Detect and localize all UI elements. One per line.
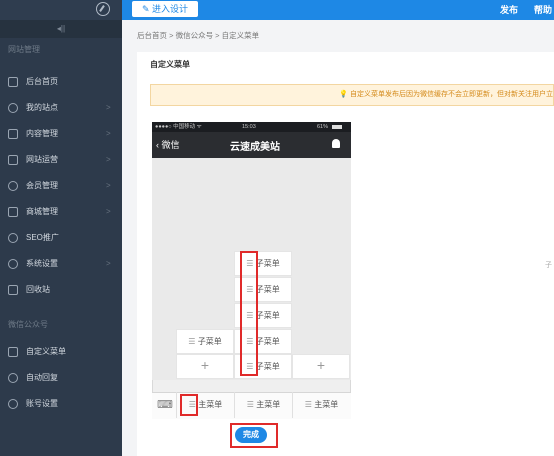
sidebar-item-settings[interactable]: 系统设置 > xyxy=(0,251,122,277)
help-link[interactable]: 帮助 xyxy=(534,0,552,20)
account-icon xyxy=(8,399,18,409)
chevron-right-icon: > xyxy=(106,103,111,112)
breadcrumb-wechat[interactable]: 微信公众号 xyxy=(176,31,214,40)
profile-icon[interactable] xyxy=(332,139,340,148)
phone-status-bar: ●●●●○ 中国移动 ᯤ 15:03 61% xyxy=(152,122,351,132)
sidebar-item-seo[interactable]: SEO推广 xyxy=(0,225,122,251)
sidebar-item-auto-reply[interactable]: 自动回复 xyxy=(0,365,122,391)
publish-link[interactable]: 发布 xyxy=(500,0,518,20)
keyboard-icon[interactable]: ⌨ xyxy=(155,394,175,416)
main-menu-item-3[interactable]: ☰ 主菜单 xyxy=(292,392,350,418)
site-title: 云速成美站 xyxy=(230,142,280,153)
breadcrumb-current: 自定义菜单 xyxy=(221,31,260,40)
submenu-item[interactable]: ☰ 子菜单 xyxy=(176,329,234,354)
gear-icon xyxy=(8,259,18,269)
search-icon xyxy=(8,233,18,243)
lightbulb-icon: 💡 xyxy=(339,91,350,98)
drag-handle-highlight[interactable] xyxy=(180,394,198,416)
chevron-right-icon: > xyxy=(106,207,111,216)
sidebar-item-home[interactable]: 后台首页 xyxy=(0,69,122,95)
monitor-icon xyxy=(8,155,18,165)
compass-logo-icon[interactable] xyxy=(96,2,110,16)
users-icon xyxy=(8,181,18,191)
sidebar-collapse-toggle[interactable]: ◂|| xyxy=(0,20,122,38)
phone-nav-bar: ‹ 微信 云速成美站 xyxy=(152,132,351,158)
main-menu-item-2[interactable]: ☰ 主菜单 xyxy=(234,392,292,418)
side-submenu-label: 子 xyxy=(545,262,552,269)
sidebar-item-custom-menu[interactable]: 自定义菜单 xyxy=(0,339,122,365)
grid-icon xyxy=(8,347,18,357)
chat-icon xyxy=(8,373,18,383)
sidebar-item-account-settings[interactable]: 账号设置 xyxy=(0,391,122,417)
page-title: 自定义菜单 xyxy=(150,60,190,69)
battery-icon xyxy=(332,125,342,129)
sidebar-item-operations[interactable]: 网站运营 > xyxy=(0,147,122,173)
sidebar-item-my-sites[interactable]: 我的站点 > xyxy=(0,95,122,121)
globe-icon xyxy=(8,103,18,113)
trash-icon xyxy=(8,285,18,295)
home-icon xyxy=(8,77,18,87)
chevron-right-icon: > xyxy=(106,259,111,268)
sidebar-item-mall[interactable]: 商城管理 > xyxy=(0,199,122,225)
sidebar-item-content[interactable]: 内容管理 > xyxy=(0,121,122,147)
add-submenu-button[interactable]: + xyxy=(292,354,350,379)
chevron-right-icon: > xyxy=(106,181,111,190)
add-submenu-button[interactable]: + xyxy=(176,354,234,379)
drag-handle-highlight[interactable] xyxy=(240,251,258,376)
store-icon xyxy=(8,207,18,217)
sidebar-item-recycle-bin[interactable]: 回收站 xyxy=(0,277,122,303)
sidebar-group-site: 网站管理 xyxy=(8,45,40,54)
done-button[interactable]: 完成 xyxy=(235,427,267,443)
breadcrumb: 后台首页 > 微信公众号 > 自定义菜单 xyxy=(137,31,260,40)
chevron-right-icon: > xyxy=(106,155,111,164)
sidebar-group-wechat: 微信公众号 xyxy=(8,320,48,329)
document-icon xyxy=(8,129,18,139)
breadcrumb-home[interactable]: 后台首页 xyxy=(137,31,167,40)
notice-banner: 💡 自定义菜单发布后因为微信缓存不会立即更新，但对新关注用户立 xyxy=(150,84,554,106)
sidebar-item-members[interactable]: 会员管理 > xyxy=(0,173,122,199)
pencil-icon: ✎ xyxy=(141,4,153,14)
chevron-right-icon: > xyxy=(106,129,111,138)
back-button[interactable]: ‹ 微信 xyxy=(156,138,180,151)
enter-design-button[interactable]: ✎ 进入设计 xyxy=(132,1,198,17)
